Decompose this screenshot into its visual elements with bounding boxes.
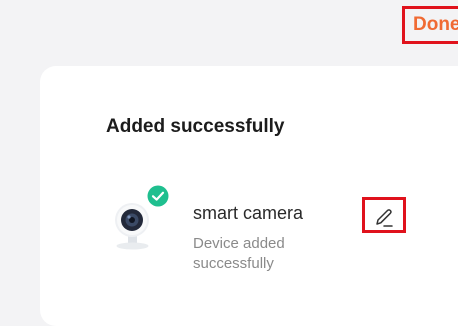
done-button[interactable]: Done xyxy=(402,6,458,44)
edit-name-button[interactable] xyxy=(362,197,406,233)
card-title: Added successfully xyxy=(106,116,285,137)
check-badge-icon xyxy=(147,185,169,207)
device-status: Device added successfully xyxy=(193,235,285,272)
pencil-icon xyxy=(376,208,393,227)
device-image xyxy=(108,185,174,256)
device-name: smart camera xyxy=(193,203,304,223)
success-card: Added successfully smart camera Device a… xyxy=(40,66,458,326)
